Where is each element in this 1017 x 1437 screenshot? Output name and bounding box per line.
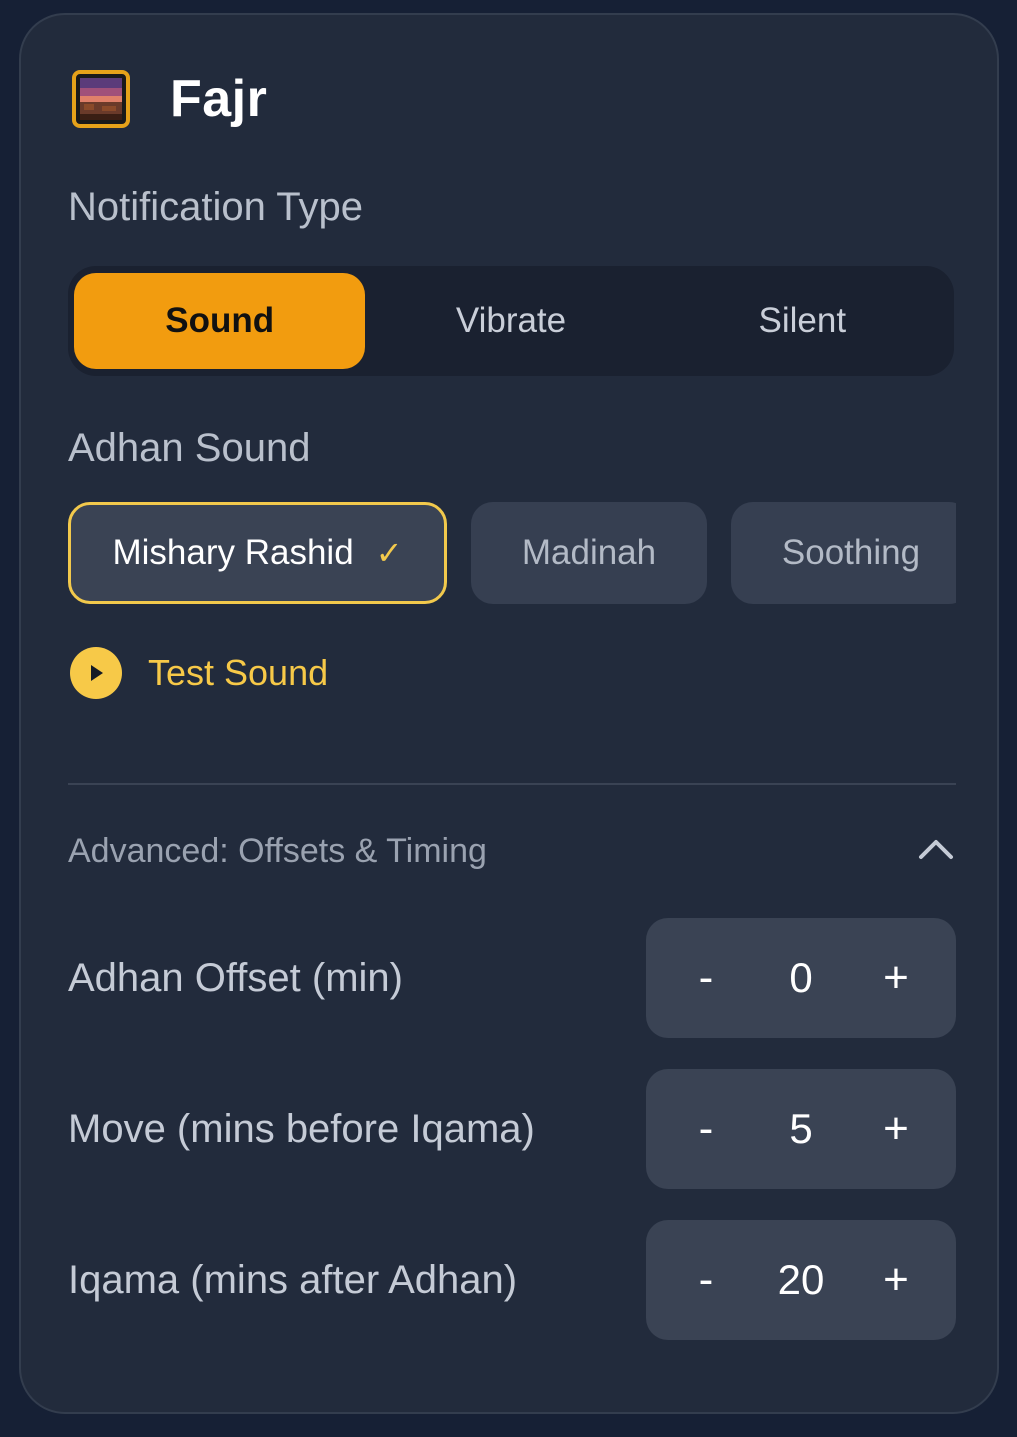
- move-before-iqama-row: Move (mins before Iqama) - 5 +: [68, 1069, 956, 1189]
- test-sound-button[interactable]: Test Sound: [70, 647, 328, 699]
- decrement-button[interactable]: -: [676, 1240, 736, 1320]
- iqama-after-adhan-row: Iqama (mins after Adhan) - 20 +: [68, 1220, 956, 1340]
- move-before-iqama-label: Move (mins before Iqama): [68, 1106, 535, 1151]
- play-icon: [70, 647, 122, 699]
- stepper-value: 20: [777, 1256, 825, 1303]
- prayer-settings-card: Fajr Notification Type Sound Vibrate Sil…: [19, 13, 999, 1414]
- stepper-value: 0: [789, 954, 813, 1001]
- adhan-offset-stepper: - 0 +: [646, 918, 956, 1038]
- stepper-value: 5: [789, 1105, 813, 1152]
- adhan-option-label: Mishary Rashid: [112, 533, 354, 572]
- adhan-option-mishary-rashid[interactable]: Mishary Rashid ✓: [68, 502, 447, 604]
- card-header: Fajr: [72, 67, 267, 131]
- adhan-option-soothing[interactable]: Soothing: [731, 502, 956, 604]
- notification-option-sound[interactable]: Sound: [74, 273, 366, 369]
- adhan-option-madinah[interactable]: Madinah: [471, 502, 707, 604]
- adhan-offset-row: Adhan Offset (min) - 0 +: [68, 918, 956, 1038]
- section-divider: [68, 783, 956, 785]
- page-title: Fajr: [170, 70, 268, 128]
- increment-button[interactable]: +: [866, 938, 926, 1018]
- iqama-after-adhan-label: Iqama (mins after Adhan): [68, 1257, 518, 1302]
- notification-option-vibrate[interactable]: Vibrate: [365, 273, 656, 369]
- adhan-offset-label: Adhan Offset (min): [68, 955, 403, 1000]
- decrement-button[interactable]: -: [676, 938, 736, 1018]
- advanced-section-toggle[interactable]: Advanced: Offsets & Timing: [68, 823, 956, 879]
- notification-type-label: Notification Type: [68, 185, 363, 229]
- increment-button[interactable]: +: [866, 1240, 926, 1320]
- notification-type-segmented-control: Sound Vibrate Silent: [68, 266, 954, 376]
- sunrise-landscape-icon: [72, 70, 130, 128]
- advanced-section-label: Advanced: Offsets & Timing: [68, 831, 487, 870]
- adhan-sound-options: Mishary Rashid ✓ Madinah Soothing: [68, 502, 956, 606]
- decrement-button[interactable]: -: [676, 1089, 736, 1169]
- increment-button[interactable]: +: [866, 1089, 926, 1169]
- move-before-iqama-stepper: - 5 +: [646, 1069, 956, 1189]
- chevron-up-icon: [916, 836, 956, 867]
- adhan-sound-label: Adhan Sound: [68, 426, 311, 470]
- notification-option-silent[interactable]: Silent: [657, 273, 948, 369]
- test-sound-label: Test Sound: [148, 652, 329, 693]
- checkmark-icon: ✓: [375, 535, 403, 571]
- iqama-after-adhan-stepper: - 20 +: [646, 1220, 956, 1340]
